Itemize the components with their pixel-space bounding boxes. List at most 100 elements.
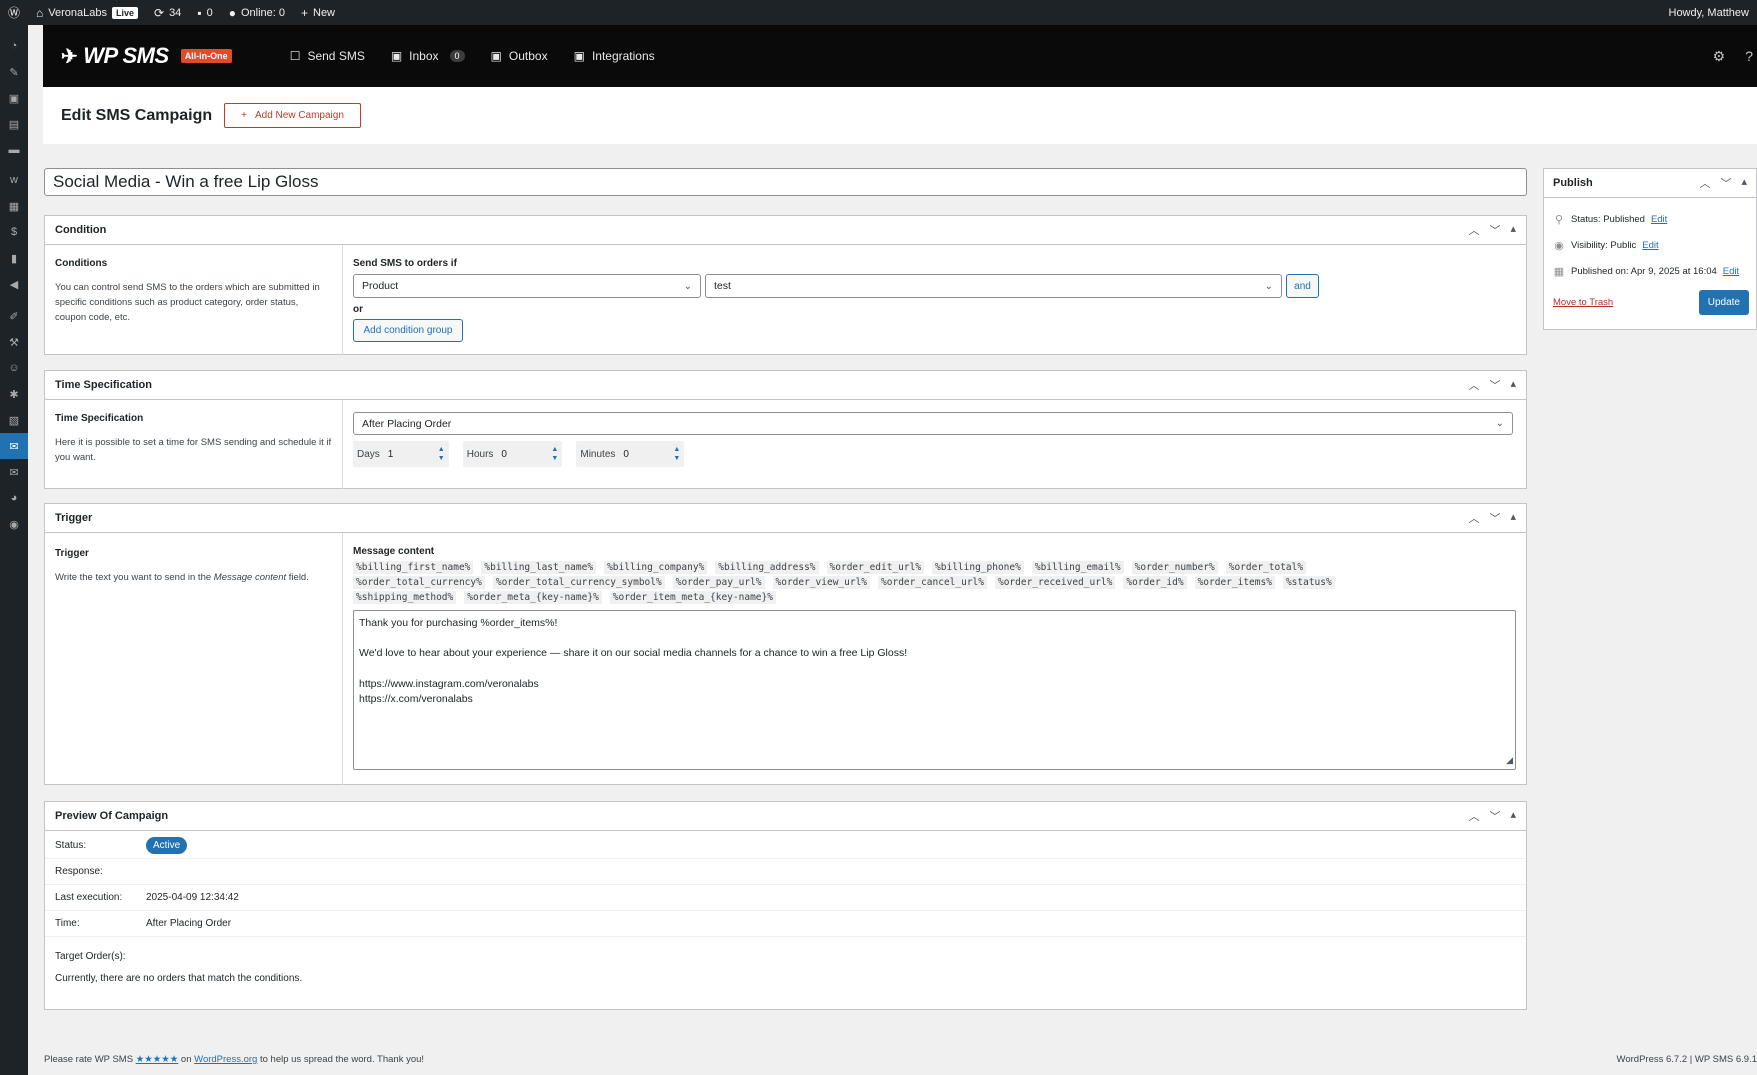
edit-status-link[interactable]: Edit [1651,214,1667,225]
variable-tag[interactable]: %status% [1282,576,1335,589]
toggle-panel-icon[interactable]: ▴ [1510,808,1516,824]
variable-tag[interactable]: %order_total_currency% [353,576,485,589]
settings-icon[interactable]: ▧ [0,407,28,433]
users-icon[interactable]: ☺ [0,355,28,381]
add-new-campaign-button[interactable]: + Add New Campaign [224,103,361,128]
publish-box-header: Publish ︿ ﹀ ▴ [1544,169,1756,198]
wordpress-logo-icon[interactable]: Ⓦ [0,0,28,25]
move-up-icon[interactable]: ︿ [1699,175,1710,191]
variable-tag[interactable]: %order_meta_{key-name}% [464,591,602,604]
stepper-arrows-icon[interactable]: ▲ ▼ [438,445,445,463]
variable-tag[interactable]: %order_view_url% [772,576,871,589]
move-down-icon[interactable]: ﹀ [1720,175,1731,191]
nav-outbox[interactable]: ▣ Outbox [491,49,548,63]
settings-gear-icon[interactable]: ⚙ [1713,48,1726,65]
variable-tag[interactable]: %billing_company% [604,561,708,574]
trigger-box: Trigger ︿ ﹀ ▴ Trigger Write the text you… [44,503,1527,785]
message-content-textarea[interactable]: Thank you for purchasing %order_items%! … [353,610,1516,770]
variable-tag[interactable]: %order_number% [1131,561,1218,574]
variable-tag[interactable]: %billing_email% [1031,561,1124,574]
publish-box: Publish ︿ ﹀ ▴ ⚲ Status: Published Edit ◉… [1543,168,1757,330]
campaign-title-input[interactable]: Social Media - Win a free Lip Gloss [44,168,1527,196]
wordpress-org-link[interactable]: WordPress.org [194,1054,257,1065]
variable-tag[interactable]: %billing_address% [715,561,819,574]
time-spec-select[interactable]: After Placing Order ⌄ [353,412,1513,435]
and-condition-button[interactable]: and [1286,274,1319,298]
move-up-icon[interactable]: ︿ [1468,510,1479,526]
sms-secondary-icon[interactable]: ✉ [0,459,28,485]
marketing-icon[interactable]: ◀ [0,271,28,297]
variable-tag[interactable]: %order_received_url% [994,576,1116,589]
chart-pie-icon[interactable]: ◕ [0,485,28,511]
online-users-link[interactable]: ● Online: 0 [221,0,293,25]
publish-date-row: ▦ Published on: Apr 9, 2025 at 16:04 Edi… [1553,265,1740,278]
days-stepper[interactable]: Days 1 ▲ ▼ [353,441,449,467]
variable-tag[interactable]: %order_id% [1123,576,1187,589]
payments-icon[interactable]: $ [0,219,28,245]
toggle-panel-icon[interactable]: ▴ [1510,377,1516,393]
media-icon[interactable]: ▣ [0,85,28,111]
move-down-icon[interactable]: ﹀ [1489,377,1500,393]
variable-tag[interactable]: %billing_phone% [932,561,1024,574]
live-badge: Live [111,6,138,19]
variable-tag[interactable]: %order_total_currency_symbol% [492,576,665,589]
new-content-link[interactable]: + New [293,0,343,25]
appearance-icon[interactable]: ✐ [0,303,28,329]
preview-status-row: Status: Active [45,833,1526,859]
admin-bar: Ⓦ ⌂ VeronaLabs Live ⟳ 34 ▪ 0 ● Online: 0… [0,0,1757,25]
toggle-panel-icon[interactable]: ▴ [1510,510,1516,526]
posts-pin-icon[interactable]: ✎ [0,59,28,85]
update-button[interactable]: Update [1698,290,1749,315]
comments-link[interactable]: ▪ 0 [189,0,220,25]
move-down-icon[interactable]: ﹀ [1489,808,1500,824]
variable-tag[interactable]: %billing_last_name% [481,561,597,574]
variable-tag[interactable]: %billing_first_name% [353,561,474,574]
condition-field-select[interactable]: Product ⌄ [353,274,701,298]
dashboard-icon[interactable]: ◔ [0,33,28,59]
plugins-icon[interactable]: ⚒ [0,329,28,355]
comments-menu-icon[interactable]: ▬ [0,137,28,163]
add-condition-group-button[interactable]: Add condition group [353,319,463,342]
collapse-menu-icon[interactable]: ◉ [0,511,28,537]
user-account-link[interactable]: Howdy, Matthew [1661,0,1757,25]
move-down-icon[interactable]: ﹀ [1489,510,1500,526]
site-name-link[interactable]: ⌂ VeronaLabs Live [28,0,146,25]
products-icon[interactable]: ▦ [0,193,28,219]
variable-tag[interactable]: %order_cancel_url% [878,576,987,589]
hours-stepper[interactable]: Hours 0 ▲ ▼ [462,441,563,467]
edit-visibility-link[interactable]: Edit [1642,240,1658,251]
edit-date-link[interactable]: Edit [1723,266,1739,277]
help-icon[interactable]: ? [1745,48,1753,65]
wp-sms-menu-icon[interactable]: ✉ [0,433,28,459]
minutes-stepper[interactable]: Minutes 0 ▲ ▼ [576,441,685,467]
comment-icon: ▪ [197,5,202,20]
move-up-icon[interactable]: ︿ [1468,222,1479,238]
nav-send-sms[interactable]: ☐ Send SMS [290,49,365,63]
toggle-panel-icon[interactable]: ▴ [1510,222,1516,238]
pages-icon[interactable]: ▤ [0,111,28,137]
tools-icon[interactable]: ✱ [0,381,28,407]
variable-tag[interactable]: %order_edit_url% [826,561,925,574]
toggle-panel-icon[interactable]: ▴ [1741,175,1747,191]
inbox-icon: ▣ [390,49,403,63]
updates-link[interactable]: ⟳ 34 [146,0,189,25]
variable-tag[interactable]: %order_items% [1194,576,1275,589]
stepper-arrows-icon[interactable]: ▲ ▼ [551,445,558,463]
variable-tag[interactable]: %shipping_method% [353,591,457,604]
variable-tag[interactable]: %order_total% [1225,561,1307,574]
analytics-icon[interactable]: ▮ [0,245,28,271]
rating-stars-link[interactable]: ★★★★★ [136,1054,179,1065]
variable-tag-list: %billing_first_name% %billing_last_name%%… [353,561,1413,604]
variable-tag[interactable]: %order_pay_url% [672,576,765,589]
move-up-icon[interactable]: ︿ [1468,377,1479,393]
nav-integrations[interactable]: ▣ Integrations [574,49,655,63]
move-up-icon[interactable]: ︿ [1468,808,1479,824]
variable-tag[interactable]: %order_item_meta_{key-name}% [609,591,776,604]
resize-handle-icon[interactable]: ◢ [1506,753,1513,768]
move-down-icon[interactable]: ﹀ [1489,222,1500,238]
condition-value-select[interactable]: test ⌄ [705,274,1282,298]
move-to-trash-link[interactable]: Move to Trash [1553,297,1613,308]
woocommerce-icon[interactable]: w [0,167,28,193]
stepper-arrows-icon[interactable]: ▲ ▼ [673,445,680,463]
nav-inbox[interactable]: ▣ Inbox 0 [391,49,465,63]
